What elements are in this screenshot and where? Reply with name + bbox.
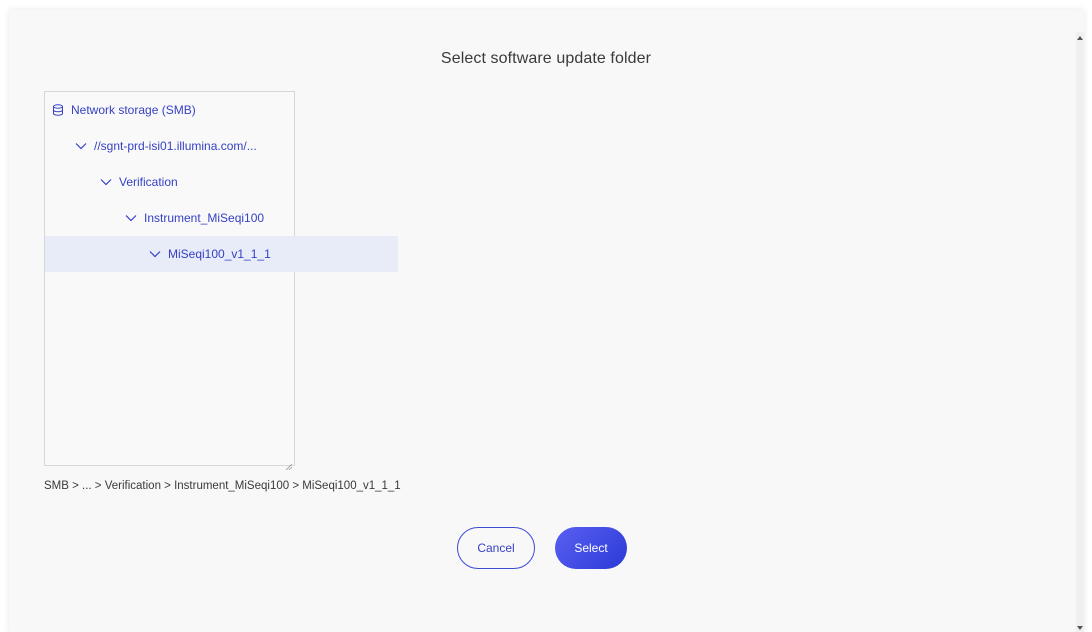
tree-item-server-share[interactable]: //sgnt-prd-isi01.illumina.com/... <box>45 128 324 164</box>
scroll-down-arrow-icon[interactable] <box>1077 626 1083 630</box>
tree-item-label: //sgnt-prd-isi01.illumina.com/... <box>94 139 257 153</box>
chevron-down-icon[interactable] <box>75 142 87 150</box>
tree-item-instrument-miseqi100[interactable]: Instrument_MiSeqi100 <box>45 200 374 236</box>
resize-grip-icon[interactable] <box>285 457 293 471</box>
tree-item-label: MiSeqi100_v1_1_1 <box>168 247 271 261</box>
scroll-up-arrow-icon[interactable] <box>1077 36 1083 40</box>
page: Select software update folder Network st… <box>0 0 1092 632</box>
chevron-down-icon[interactable] <box>125 214 137 222</box>
chevron-down-icon[interactable] <box>100 178 112 186</box>
breadcrumb: SMB > ... > Verification > Instrument_Mi… <box>44 480 401 492</box>
tree-item-verification[interactable]: Verification <box>45 164 349 200</box>
tree-item-miseqi100-v1-1-1[interactable]: MiSeqi100_v1_1_1 <box>45 236 398 272</box>
database-icon <box>52 104 64 116</box>
cancel-button[interactable]: Cancel <box>457 527 535 569</box>
tree-item-network-storage[interactable]: Network storage (SMB) <box>45 92 301 128</box>
tree-item-label: Instrument_MiSeqi100 <box>144 211 265 225</box>
chevron-down-icon[interactable] <box>149 250 161 258</box>
dialog-title: Select software update folder <box>440 50 652 67</box>
select-button[interactable]: Select <box>555 527 627 569</box>
tree-item-label: Verification <box>119 175 178 189</box>
tree-item-label: Network storage (SMB) <box>71 103 196 117</box>
folder-tree[interactable]: Network storage (SMB) //sgnt-prd-isi01.i… <box>44 91 398 471</box>
scrollbar[interactable] <box>1076 32 1084 632</box>
